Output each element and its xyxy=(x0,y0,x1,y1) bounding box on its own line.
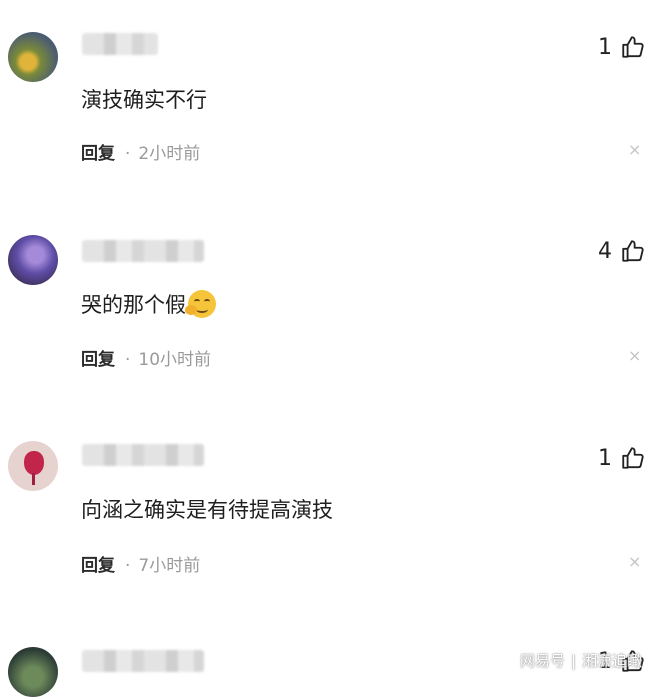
reply-button[interactable]: 回复 xyxy=(81,350,115,370)
username-blurred[interactable] xyxy=(82,33,158,55)
close-icon[interactable]: × xyxy=(628,140,641,159)
username-blurred[interactable] xyxy=(82,240,204,262)
reply-button[interactable]: 回复 xyxy=(81,144,115,164)
like-control[interactable]: 4 xyxy=(598,236,646,266)
thumbs-up-icon[interactable] xyxy=(620,445,646,471)
thumbs-up-icon[interactable] xyxy=(620,34,646,60)
watermark-separator: | xyxy=(571,652,577,670)
like-count: 1 xyxy=(598,34,612,60)
like-count: 4 xyxy=(598,238,612,264)
watermark: 网易号 | 湘潇追瞰 xyxy=(520,650,642,671)
comment-text: 演技确实不行 xyxy=(81,88,207,112)
comment-meta: 回复 · 10小时前 xyxy=(81,345,211,370)
meta-separator: · xyxy=(125,556,131,576)
avatar[interactable] xyxy=(8,32,58,82)
comment-text-content: 哭的那个假 xyxy=(81,293,186,317)
comment-text: 哭的那个假 xyxy=(81,289,216,319)
avatar[interactable] xyxy=(8,235,58,285)
close-icon[interactable]: × xyxy=(628,346,641,365)
meta-separator: · xyxy=(125,350,131,370)
username-blurred[interactable] xyxy=(82,650,204,672)
reply-button[interactable]: 回复 xyxy=(81,556,115,576)
watermark-account: 湘潇追瞰 xyxy=(582,652,643,670)
username-blurred[interactable] xyxy=(82,444,204,466)
thumbs-up-icon[interactable] xyxy=(620,238,646,264)
avatar[interactable] xyxy=(8,647,58,697)
meta-separator: · xyxy=(125,144,131,164)
like-count: 1 xyxy=(598,445,612,471)
comment-time: 7小时前 xyxy=(138,556,201,576)
watermark-source: 网易号 xyxy=(520,652,566,670)
comment-text: 向涵之确实是有待提高演技 xyxy=(81,498,333,522)
comment-time: 10小时前 xyxy=(138,350,212,370)
comment-time: 2小时前 xyxy=(138,144,201,164)
like-control[interactable]: 1 xyxy=(598,443,646,473)
like-control[interactable]: 1 xyxy=(598,32,646,62)
smirk-emoji-icon xyxy=(185,290,216,318)
comment-meta: 回复 · 7小时前 xyxy=(81,551,200,576)
avatar[interactable] xyxy=(8,441,58,491)
close-icon[interactable]: × xyxy=(628,552,641,571)
comment-meta: 回复 · 2小时前 xyxy=(81,139,200,164)
